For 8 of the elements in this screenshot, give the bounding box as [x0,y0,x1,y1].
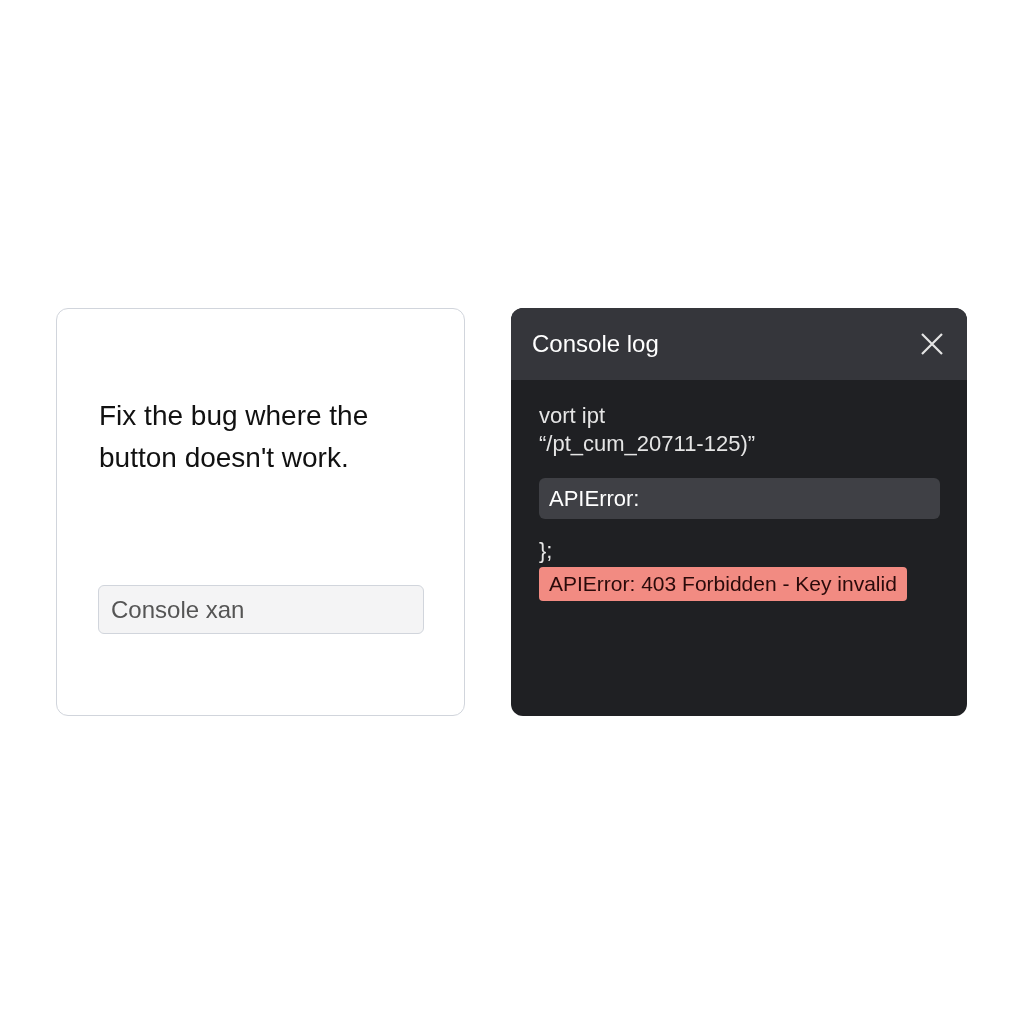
console-title: Console log [532,329,659,359]
error-message: APIError: 403 Forbidden - Key invalid [539,567,907,601]
close-icon[interactable] [919,331,945,357]
prompt-message: Fix the bug where the button doesn't work. [99,399,370,475]
log-line: }; [539,537,554,565]
console-input-field[interactable]: Console xan [98,585,424,634]
log-line: vort ipt [539,402,607,430]
log-line: “/pt_cum_20711-125)” [539,430,757,458]
